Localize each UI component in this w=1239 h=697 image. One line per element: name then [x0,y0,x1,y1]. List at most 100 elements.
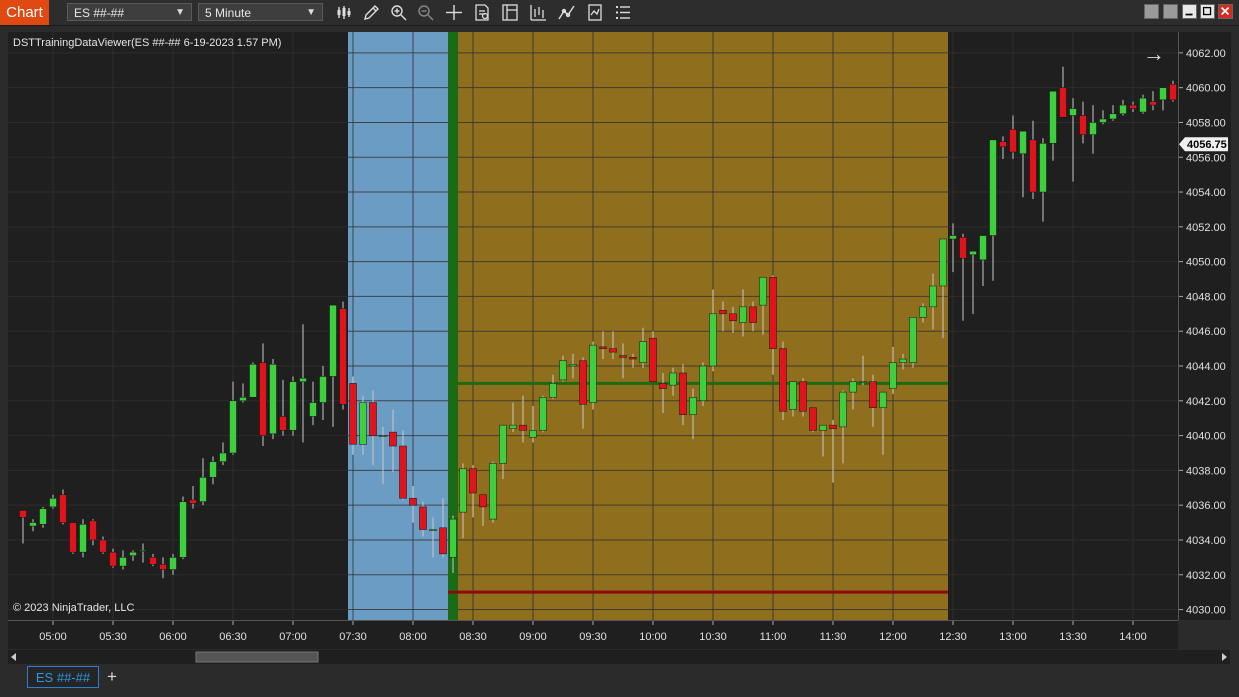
candle-up [709,313,717,367]
candle-down [339,308,347,405]
price-tick-label: 4044.00 [1186,361,1226,373]
candle-up [289,381,297,431]
price-tick-label: 4052.00 [1186,222,1226,234]
candle-down [809,407,817,431]
candle-down [619,355,627,358]
candle-down [729,313,737,322]
time-axis[interactable]: 05:00 05:30 06:00 06:30 07:00 07:30 08:00 08:30… [8,620,1178,649]
arrow-right-icon[interactable]: → [1143,41,1165,67]
time-tick-label: 11:30 [820,631,847,643]
candle-up [429,529,437,531]
scrollbar-svg [11,651,1227,663]
chevron-down-icon: ▼ [306,7,316,18]
tile-window-icon[interactable] [1144,4,1159,19]
candle-down [1079,115,1087,135]
candle-up [849,381,857,393]
price-tick-label: 4038.00 [1186,465,1226,477]
price-tick-label: 4050.00 [1186,257,1226,269]
chart-panel[interactable] [8,32,1178,620]
candle-up [939,238,947,287]
candle-up [589,344,597,403]
time-tick-label: 10:30 [699,631,727,643]
price-axis[interactable]: 4030.00 4032.00 4034.00 4036.00 4038.00 4040.… [1178,32,1231,620]
templates-icon[interactable] [500,3,520,22]
candle-up [1049,90,1057,144]
candle-up [29,522,37,527]
tab-bar [0,664,1239,697]
bars-type-icon[interactable] [334,3,354,22]
price-tick-label: 4058.00 [1186,117,1226,129]
candle-down [409,497,417,506]
add-tab-button[interactable]: + [102,666,122,688]
instrument-tab[interactable]: ES ##-## [27,666,99,688]
price-chart-svg[interactable] [8,32,1178,620]
candle-up [1099,118,1107,123]
interval-selector[interactable]: 5 Minute ▼ [198,3,323,21]
strategies-icon[interactable] [557,3,577,22]
properties-icon[interactable] [585,3,605,22]
price-tick-label: 4032.00 [1186,570,1226,582]
candle-up [1069,108,1077,116]
time-tick-label: 05:30 [99,631,127,643]
candle-down [369,402,377,436]
candle-up [39,508,47,525]
crosshair-icon[interactable] [444,3,464,22]
candle-up [229,400,237,454]
candle-up [49,497,57,508]
zoom-out-icon[interactable] [416,3,436,22]
current-price-label: 4056.75 [1187,139,1227,151]
zoom-in-icon[interactable] [389,3,409,22]
candle-up [239,397,247,402]
scrollbar-thumb[interactable] [195,651,319,663]
candle-down [679,372,687,415]
candle-down [109,551,117,567]
candle-up [669,372,677,386]
chart-toolbar: Chart ES ##-## ▼ 5 Minute ▼ [0,0,1239,26]
close-icon[interactable] [1218,4,1233,19]
candle-up [309,402,317,417]
horizontal-scrollbar[interactable] [8,650,1230,664]
candle-down [519,424,527,431]
price-tick-label: 4034.00 [1186,535,1226,547]
price-tick-label: 4040.00 [1186,431,1226,443]
candle-up [889,362,897,389]
candle-up [1109,113,1117,120]
maximize-icon[interactable] [1200,4,1215,19]
list-icon[interactable] [613,3,633,22]
price-tick-label: 4054.00 [1186,187,1226,199]
candle-up [169,557,177,570]
candle-down [349,383,357,445]
indicators-icon[interactable] [528,3,548,22]
candle-up [489,463,497,520]
candle-down [259,362,267,436]
candle-up [179,501,187,558]
time-tick-label: 12:30 [939,631,967,643]
candle-up [509,424,517,429]
candle-up [979,235,987,261]
candle-down [159,564,167,570]
candle-down [479,494,487,508]
chart-title-tab[interactable]: Chart [0,0,49,25]
instrument-selector[interactable]: ES ##-## ▼ [67,3,192,21]
candle-up [789,381,797,410]
candle-down [799,381,807,412]
minimize-icon[interactable] [1182,4,1197,19]
data-box-icon[interactable] [472,3,492,22]
time-tick-label: 06:00 [159,631,187,643]
candle-up [1159,87,1167,101]
cascade-window-icon[interactable] [1163,4,1178,19]
candle-up [569,364,577,367]
candle-up [559,360,567,381]
candle-up [209,461,217,478]
candle-up [459,468,467,513]
time-tick-label: 06:30 [219,631,247,643]
candle-up [879,391,887,409]
scroll-right-icon[interactable] [1222,653,1227,661]
candle-up [639,341,647,363]
candle-up [1089,122,1097,135]
pencil-draw-icon[interactable] [361,3,381,22]
scroll-left-icon[interactable] [11,653,16,661]
price-tick-label: 4030.00 [1186,605,1226,617]
interval-value: 5 Minute [205,6,252,20]
candle-down [1029,139,1037,193]
